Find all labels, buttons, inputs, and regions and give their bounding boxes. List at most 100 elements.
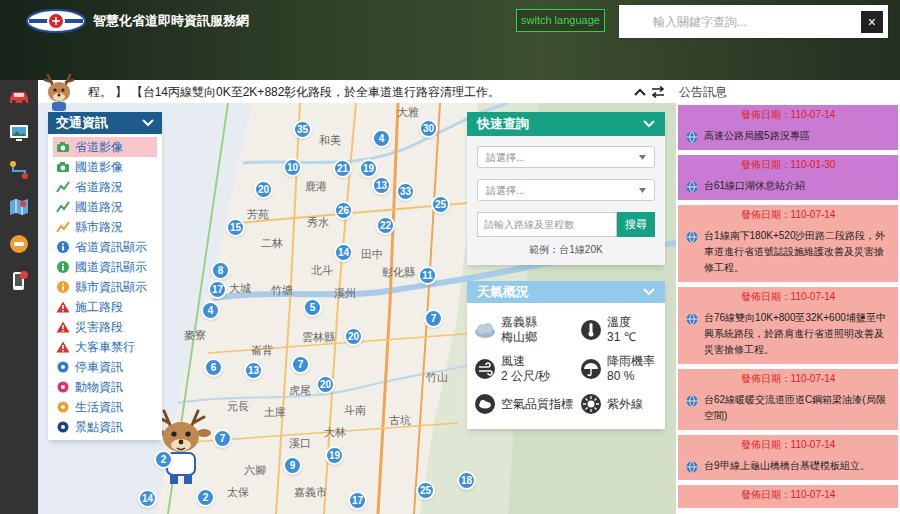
globe-icon [686, 231, 698, 243]
announcement-card[interactable]: 發佈日期：110-07-14台62線暖暖交流道匝道C鋼箱梁油漆(局限空間) [678, 369, 898, 430]
map-pin[interactable]: 33 [396, 182, 415, 201]
map-pin[interactable]: 4 [372, 129, 391, 148]
collapse-chevron-icon [142, 119, 154, 127]
announcement-text: 台1線南下180K+520沙田路二段路段，外車道進行省道號誌設施維護改善及災害搶… [704, 228, 890, 276]
traffic-item[interactable]: 大客車禁行 [53, 337, 157, 357]
traffic-item[interactable]: 省道資訊顯示 [53, 237, 157, 257]
place-label: 太保 [227, 484, 249, 501]
icon-shape [56, 201, 70, 213]
map-pin[interactable]: 2 [196, 488, 215, 507]
map-pin[interactable]: 30 [419, 119, 438, 138]
map-pin[interactable]: 21 [333, 159, 352, 178]
traffic-item-label: 國道資訊顯示 [75, 261, 147, 273]
announcement-text: 台61線口湖休息站介紹 [704, 178, 890, 194]
car-icon [6, 84, 32, 108]
announcement-body: 台76線雙向10K+800至32K+600埔鹽至中興系統路段，於路肩進行省道照明… [686, 310, 890, 358]
map-pin[interactable]: 4 [201, 301, 220, 320]
map-pin[interactable]: 10 [283, 158, 302, 177]
traffic-panel: 交通資訊省道影像國道影像省道路況國道路況縣市路況省道資訊顯示國道資訊顯示縣市資訊… [48, 112, 162, 440]
traffic-item[interactable]: 停車資訊 [53, 357, 157, 377]
weather-header: 天氣概況 [467, 281, 665, 303]
swap-arrows-icon [650, 86, 666, 98]
close-button[interactable]: × [861, 11, 883, 33]
map-pin[interactable]: 17 [208, 280, 227, 299]
announcement-date: 發佈日期：110-07-14 [686, 208, 890, 222]
alert-icon [56, 301, 70, 313]
announcement-body: 台9甲線上龜山橋橋台基礎模板組立。 [686, 458, 890, 474]
traffic-item[interactable]: 縣市路況 [53, 217, 157, 237]
route-select[interactable]: 請選擇... [477, 179, 655, 201]
map-pin[interactable]: 11 [418, 266, 437, 285]
map-pin[interactable]: 7 [213, 429, 232, 448]
map-pin[interactable]: 7 [291, 355, 310, 374]
map-pin[interactable]: 6 [204, 358, 223, 377]
map[interactable]: 大雅和美鹿港秀水芳苑二林北斗田中彰化縣大城竹塘溪州麥寮雲林縣崙背竹山虎尾元長土庫… [38, 103, 676, 514]
announcement-card[interactable]: 發佈日期：110-07-14高速公路局國5路況專區 [678, 105, 898, 150]
announcement-card[interactable]: 發佈日期：110-07-14 [678, 485, 898, 508]
search-button[interactable]: 搜尋 [617, 212, 655, 237]
map-pin[interactable]: 25 [431, 195, 450, 214]
weather-text: 風速2 公尺/秒 [501, 354, 550, 384]
weather-line: 80 % [607, 369, 655, 384]
traffic-item[interactable]: 國道影像 [53, 157, 157, 177]
map-pin[interactable]: 18 [457, 471, 476, 490]
map-pin[interactable]: 15 [226, 218, 245, 237]
phone-icon [6, 269, 32, 293]
weather-item: 風速2 公尺/秒 [473, 354, 579, 384]
traffic-item-label: 停車資訊 [75, 361, 123, 373]
announcement-card[interactable]: 發佈日期：110-07-14台76線雙向10K+800至32K+600埔鹽至中興… [678, 287, 898, 364]
announcement-card[interactable]: 發佈日期：110-01-30台61線口湖休息站介紹 [678, 155, 898, 200]
traffic-item[interactable]: 景點資訊 [53, 417, 157, 437]
map-pin[interactable]: 17 [348, 491, 367, 510]
map-pin[interactable]: 14 [138, 489, 157, 508]
weather-item: 嘉義縣梅山鄉 [473, 315, 579, 345]
map-pin[interactable]: 9 [283, 456, 302, 475]
map-pin[interactable]: 19 [359, 159, 378, 178]
traffic-item[interactable]: 省道路況 [53, 177, 157, 197]
quick-search-panel: 快速查詢請選擇...請選擇...搜尋範例：台1線20K [467, 112, 665, 265]
route-select[interactable]: 請選擇... [477, 146, 655, 168]
traffic-item[interactable]: 動物資訊 [53, 377, 157, 397]
place-label: 鹿港 [305, 178, 327, 195]
place-label: 竹塘 [271, 282, 293, 299]
map-pin[interactable]: 14 [334, 243, 353, 262]
place-label: 古坑 [389, 412, 411, 429]
icon-shape [56, 341, 70, 353]
traffic-item[interactable]: 國道資訊顯示 [53, 257, 157, 277]
traffic-item[interactable]: 生活資訊 [53, 397, 157, 417]
map-pin[interactable]: 20 [254, 180, 273, 199]
map-pin[interactable]: 7 [424, 309, 443, 328]
map-pin[interactable]: 25 [416, 481, 435, 500]
traffic-item[interactable]: 縣市資訊顯示 [53, 277, 157, 297]
camera-icon [56, 161, 70, 173]
dot-icon [56, 401, 70, 413]
announcement-card[interactable]: 發佈日期：110-07-14台9甲線上龜山橋橋台基礎模板組立。 [678, 435, 898, 480]
dot-icon [56, 381, 70, 393]
map-pin[interactable]: 13 [372, 176, 391, 195]
weather-panel: 天氣概況嘉義縣梅山鄉溫度31 ℃風速2 公尺/秒降雨機率80 %空氣品質指標紫外… [467, 281, 665, 429]
traffic-item[interactable]: 施工路段 [53, 297, 157, 317]
map-pin[interactable]: 19 [325, 446, 344, 465]
search-input[interactable] [619, 5, 856, 38]
language-button[interactable]: switch language [516, 9, 605, 32]
dropdown-arrow-icon [639, 155, 646, 160]
map-pin[interactable]: 20 [316, 375, 335, 394]
place-label: 北斗 [311, 262, 333, 279]
page: 智慧化省道即時資訊服務網switch language×程。 】 【台14丙線雙… [0, 0, 900, 514]
map-pin[interactable]: 22 [376, 216, 395, 235]
map-pin[interactable]: 2 [154, 450, 173, 469]
map-pin[interactable]: 5 [303, 298, 322, 317]
wind-icon [473, 358, 497, 380]
traffic-item[interactable]: 省道影像 [53, 137, 157, 157]
map-pin[interactable]: 35 [293, 120, 312, 139]
map-pin[interactable]: 20 [344, 327, 363, 346]
traffic-item[interactable]: 災害路段 [53, 317, 157, 337]
map-pin[interactable]: 8 [211, 261, 230, 280]
mileage-input[interactable] [477, 212, 617, 237]
map-pin[interactable]: 13 [244, 361, 263, 380]
announcement-card[interactable]: 發佈日期：110-07-14 台1線南下180K+520沙田路二段路段，外車道進行… [678, 205, 898, 282]
alert-icon [56, 321, 70, 333]
icon-shape [56, 381, 70, 393]
traffic-item[interactable]: 國道路況 [53, 197, 157, 217]
map-pin[interactable]: 26 [334, 201, 353, 220]
